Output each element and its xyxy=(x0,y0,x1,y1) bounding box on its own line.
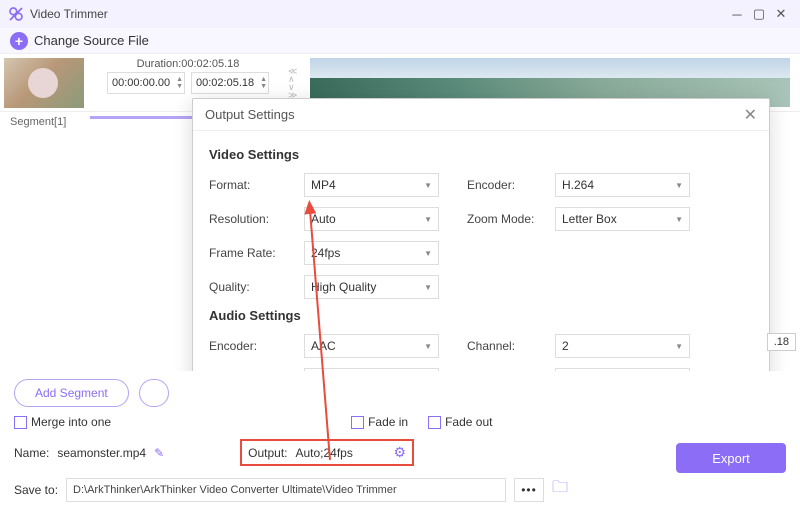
duration-label: Duration:00:02:05.18 xyxy=(137,58,240,70)
gear-icon[interactable]: ⚙ xyxy=(393,444,406,461)
window-title: Video Trimmer xyxy=(30,7,726,21)
bottom-panel: Add Segment Merge into one Fade in Fade … xyxy=(0,371,800,513)
fadeout-checkbox[interactable]: Fade out xyxy=(428,415,492,429)
change-source-bar[interactable]: + Change Source File xyxy=(0,28,800,54)
export-button[interactable]: Export xyxy=(676,443,786,473)
filename-text: seamonster.mp4 xyxy=(57,446,146,460)
spinner-icon[interactable]: ▲▼ xyxy=(260,76,267,90)
app-logo-icon xyxy=(8,6,24,22)
open-folder-icon[interactable]: 🗀 xyxy=(552,476,568,503)
encoder-label: Encoder: xyxy=(467,178,555,192)
titlebar: Video Trimmer ─ ▢ ✕ xyxy=(0,0,800,28)
zoom-mode-label: Zoom Mode: xyxy=(467,212,555,226)
save-to-label: Save to: xyxy=(14,483,58,497)
secondary-button[interactable] xyxy=(139,379,169,407)
video-settings-heading: Video Settings xyxy=(209,147,753,162)
chevron-down-icon: ▼ xyxy=(675,181,683,190)
chevron-down-icon: ▼ xyxy=(675,342,683,351)
chevron-down-icon: ▼ xyxy=(424,181,432,190)
channel-select[interactable]: 2▼ xyxy=(555,334,690,358)
end-time-input[interactable]: 00:02:05.18▲▼ xyxy=(191,72,269,94)
add-segment-button[interactable]: Add Segment xyxy=(14,379,129,407)
dialog-header: Output Settings ✕ xyxy=(193,99,769,131)
segment-label: Segment[1] xyxy=(10,116,66,128)
spinner-icon[interactable]: ▲▼ xyxy=(176,76,183,90)
format-select[interactable]: MP4▼ xyxy=(304,173,439,197)
chevron-down-icon: ▼ xyxy=(424,342,432,351)
output-label: Output: xyxy=(248,446,287,460)
channel-label: Channel: xyxy=(467,339,555,353)
name-label: Name: xyxy=(14,446,49,460)
zoom-mode-select[interactable]: Letter Box▼ xyxy=(555,207,690,231)
chevron-down-icon: ▼ xyxy=(424,283,432,292)
close-button[interactable]: ✕ xyxy=(770,3,792,25)
quality-label: Quality: xyxy=(209,280,304,294)
video-encoder-select[interactable]: H.264▼ xyxy=(555,173,690,197)
fadein-checkbox[interactable]: Fade in xyxy=(351,415,408,429)
save-path-input[interactable]: D:\ArkThinker\ArkThinker Video Converter… xyxy=(66,478,506,502)
edit-name-icon[interactable]: ✎ xyxy=(154,446,164,460)
dialog-title: Output Settings xyxy=(205,107,295,122)
resolution-select[interactable]: Auto▼ xyxy=(304,207,439,231)
audio-encoder-label: Encoder: xyxy=(209,339,304,353)
output-summary-box: Output: Auto;24fps ⚙ xyxy=(240,439,414,466)
chevron-down-icon: ▼ xyxy=(675,215,683,224)
resolution-label: Resolution: xyxy=(209,212,304,226)
minimize-button[interactable]: ─ xyxy=(726,3,748,25)
output-value: Auto;24fps xyxy=(295,446,385,460)
audio-settings-heading: Audio Settings xyxy=(209,308,753,323)
plus-icon: + xyxy=(10,32,28,50)
browse-button[interactable]: ••• xyxy=(514,478,544,502)
output-settings-dialog: Output Settings ✕ Video Settings Format:… xyxy=(192,98,770,410)
video-thumbnail[interactable] xyxy=(4,58,84,108)
time-tooltip: .18 xyxy=(767,333,796,351)
framerate-select[interactable]: 24fps▼ xyxy=(304,241,439,265)
chevron-down-icon: ▼ xyxy=(424,215,432,224)
format-label: Format: xyxy=(209,178,304,192)
dialog-close-button[interactable]: ✕ xyxy=(744,105,757,125)
quality-select[interactable]: High Quality▼ xyxy=(304,275,439,299)
merge-checkbox[interactable]: Merge into one xyxy=(14,415,111,429)
maximize-button[interactable]: ▢ xyxy=(748,3,770,25)
framerate-label: Frame Rate: xyxy=(209,246,304,260)
start-time-input[interactable]: 00:00:00.00▲▼ xyxy=(107,72,185,94)
audio-encoder-select[interactable]: AAC▼ xyxy=(304,334,439,358)
chevron-down-icon: ▼ xyxy=(424,249,432,258)
change-source-label: Change Source File xyxy=(34,33,149,48)
